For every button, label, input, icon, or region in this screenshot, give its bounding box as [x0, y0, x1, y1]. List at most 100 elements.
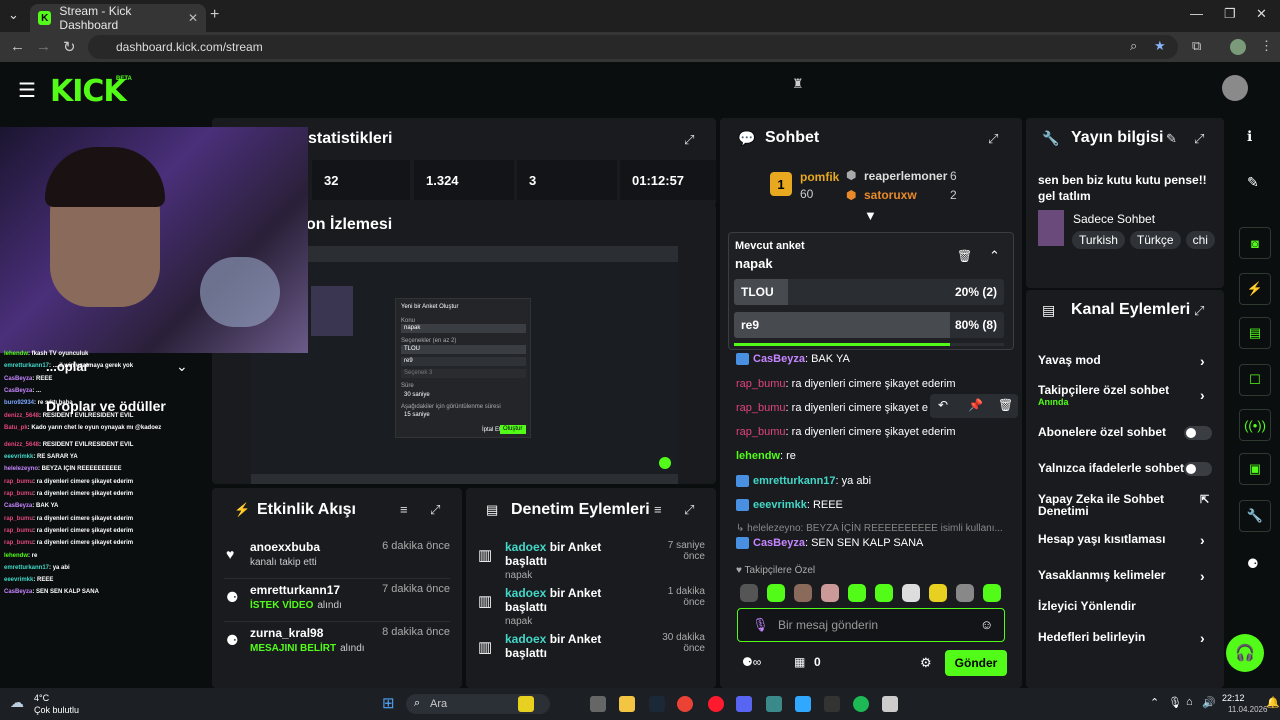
- filter-icon[interactable]: ≡: [654, 502, 662, 517]
- file-explorer-icon[interactable]: [619, 696, 635, 712]
- lightning-icon[interactable]: ⚡: [1239, 273, 1271, 305]
- terminal-icon[interactable]: [590, 696, 606, 712]
- trash-icon[interactable]: 🗑: [957, 249, 972, 263]
- store-icon[interactable]: ▦: [794, 655, 805, 669]
- chat-username[interactable]: eeevrimkk: [753, 499, 807, 511]
- chat-username[interactable]: rap_bumu: [736, 402, 786, 414]
- activity-item[interactable]: anoexxbuba kanalı takip etti 6 dakika önce: [250, 540, 450, 578]
- chat-username[interactable]: emretturkann17: [753, 475, 836, 487]
- chat-icon[interactable]: ☐: [1239, 364, 1271, 396]
- chat-username[interactable]: CasBeyza: [753, 353, 805, 365]
- address-bar[interactable]: dashboard.kick.com/stream: [88, 35, 1178, 59]
- zoom-icon[interactable]: ⌕: [1130, 38, 1137, 54]
- reload-icon[interactable]: ↻: [63, 38, 76, 56]
- channel-action-item[interactable]: Yalnızca ifadelerle sohbet: [1038, 462, 1214, 476]
- filter-sort-icon[interactable]: ▼: [864, 208, 877, 223]
- channel-action-item[interactable]: Hedefleri belirleyin ›: [1038, 630, 1214, 646]
- forward-icon[interactable]: →: [36, 38, 51, 55]
- leader-name[interactable]: pomfik: [800, 170, 839, 184]
- kick-logo[interactable]: KICK: [50, 74, 127, 109]
- filter-icon[interactable]: ≡: [400, 502, 408, 517]
- back-icon[interactable]: ←: [10, 38, 25, 55]
- photoshop-icon[interactable]: [795, 696, 811, 712]
- edit-icon[interactable]: ✎: [1166, 131, 1177, 147]
- edit-icon[interactable]: ✎: [1247, 174, 1259, 191]
- chat-username[interactable]: rap_bumu: [736, 378, 786, 390]
- volume-icon[interactable]: 🔊: [1202, 696, 1216, 709]
- chat-input[interactable]: 🎙 Bir mesaj gönderin ☺: [737, 608, 1005, 642]
- emote-icon[interactable]: [875, 584, 893, 602]
- info-icon[interactable]: ℹ: [1247, 128, 1252, 145]
- leaderboard-name[interactable]: satoruxw: [864, 188, 917, 202]
- expand-icon[interactable]: ⤢: [1194, 303, 1204, 319]
- leaderboard-name[interactable]: reaperlemoner: [864, 169, 947, 183]
- minimize-icon[interactable]: —: [1190, 6, 1203, 21]
- send-button[interactable]: Gönder: [945, 650, 1007, 676]
- reply-icon[interactable]: ↶: [938, 398, 948, 412]
- external-link-icon[interactable]: ⇱: [1200, 493, 1209, 506]
- chat-message[interactable]: emretturkann17: ya abi: [736, 475, 871, 488]
- tag[interactable]: Türkçe: [1129, 231, 1181, 249]
- expand-icon[interactable]: ⤢: [430, 502, 440, 518]
- activity-item[interactable]: emretturkann17 İSTEK VİDEO alındı 7 dakika …: [250, 583, 450, 621]
- chat-message[interactable]: eeevrimkk: REEE: [736, 499, 843, 512]
- chevron-right-icon[interactable]: ›: [1200, 353, 1205, 369]
- delete-icon[interactable]: 🗑: [998, 398, 1013, 412]
- moderation-item[interactable]: kadoex bir Anket başlattı 30 dakika önce: [505, 632, 705, 676]
- collapse-icon[interactable]: ⌃: [989, 248, 1000, 264]
- chevron-right-icon[interactable]: ›: [1200, 387, 1205, 403]
- emote-icon[interactable]: [956, 584, 974, 602]
- chrome-icon[interactable]: [677, 696, 693, 712]
- close-window-icon[interactable]: ✕: [1256, 6, 1267, 22]
- camera-icon[interactable]: ◙: [1239, 227, 1271, 259]
- app-icon[interactable]: [766, 696, 782, 712]
- hamburger-menu-icon[interactable]: ☰: [18, 78, 36, 103]
- profile-avatar[interactable]: [1230, 39, 1246, 55]
- toggle-switch[interactable]: [1184, 462, 1212, 476]
- channel-action-item[interactable]: Yapay Zeka ile Sohbet Denetimi ⇱: [1038, 493, 1214, 517]
- new-tab-icon[interactable]: +: [210, 6, 219, 24]
- points-icon[interactable]: ⚈: [1247, 556, 1259, 572]
- channel-action-item[interactable]: Yasaklanmış kelimeler ›: [1038, 568, 1214, 584]
- emote-icon[interactable]: [929, 584, 947, 602]
- chat-username[interactable]: rap_bumu: [736, 426, 786, 438]
- user-avatar[interactable]: [1222, 75, 1248, 101]
- media-icon[interactable]: [882, 696, 898, 712]
- chevron-right-icon[interactable]: ›: [1200, 568, 1205, 584]
- expand-icon[interactable]: ⤢: [988, 131, 998, 147]
- chat-message[interactable]: lehendw: re: [736, 450, 796, 462]
- emoji-icon[interactable]: ☺: [980, 617, 993, 632]
- windows-start-icon[interactable]: ⊞: [382, 694, 395, 712]
- moderation-item[interactable]: kadoex bir Anket başlattı napak 7 saniye ö…: [505, 540, 705, 584]
- toggle-switch[interactable]: [1184, 426, 1212, 440]
- wrench-icon[interactable]: 🔧: [1239, 500, 1271, 532]
- chat-message[interactable]: rap_bumu: ra diyenleri cimere şikayet ed…: [736, 378, 956, 390]
- emote-icon[interactable]: [902, 584, 920, 602]
- pin-icon[interactable]: 📌: [968, 398, 983, 412]
- tag[interactable]: chi: [1185, 231, 1215, 249]
- channel-action-item[interactable]: Takipçilere özel sohbet Anında ›: [1038, 384, 1214, 407]
- close-tab-icon[interactable]: ✕: [188, 11, 198, 25]
- expand-icon[interactable]: ⤢: [684, 132, 694, 148]
- category-name[interactable]: Sadece Sohbet: [1073, 212, 1155, 226]
- emote-icon[interactable]: [983, 584, 1001, 602]
- chevron-right-icon[interactable]: ›: [1200, 630, 1205, 646]
- microphone-icon[interactable]: 🎙: [752, 617, 769, 633]
- emote-icon[interactable]: [848, 584, 866, 602]
- notification-bell-icon[interactable]: 🔔: [1266, 696, 1280, 709]
- weather-icon[interactable]: ☁: [10, 694, 24, 711]
- channel-action-item[interactable]: İzleyici Yönlendir: [1038, 600, 1214, 612]
- opera-icon[interactable]: [708, 696, 724, 712]
- settings-gear-icon[interactable]: ⚙: [920, 655, 932, 671]
- notification-icon[interactable]: ♜: [792, 76, 804, 92]
- chat-username[interactable]: lehendw: [736, 450, 780, 462]
- tab-menu-icon[interactable]: ⌄: [8, 7, 19, 23]
- channel-action-item[interactable]: Abonelere özel sohbet: [1038, 426, 1214, 440]
- steam-icon[interactable]: [649, 696, 665, 712]
- emote-icon[interactable]: [740, 584, 758, 602]
- tag[interactable]: Turkish: [1072, 231, 1125, 249]
- chat-username[interactable]: CasBeyza: [753, 537, 805, 549]
- discord-icon[interactable]: [736, 696, 752, 712]
- microphone-icon[interactable]: 🎙: [1168, 696, 1182, 709]
- layout-icon[interactable]: ▣: [1239, 453, 1271, 485]
